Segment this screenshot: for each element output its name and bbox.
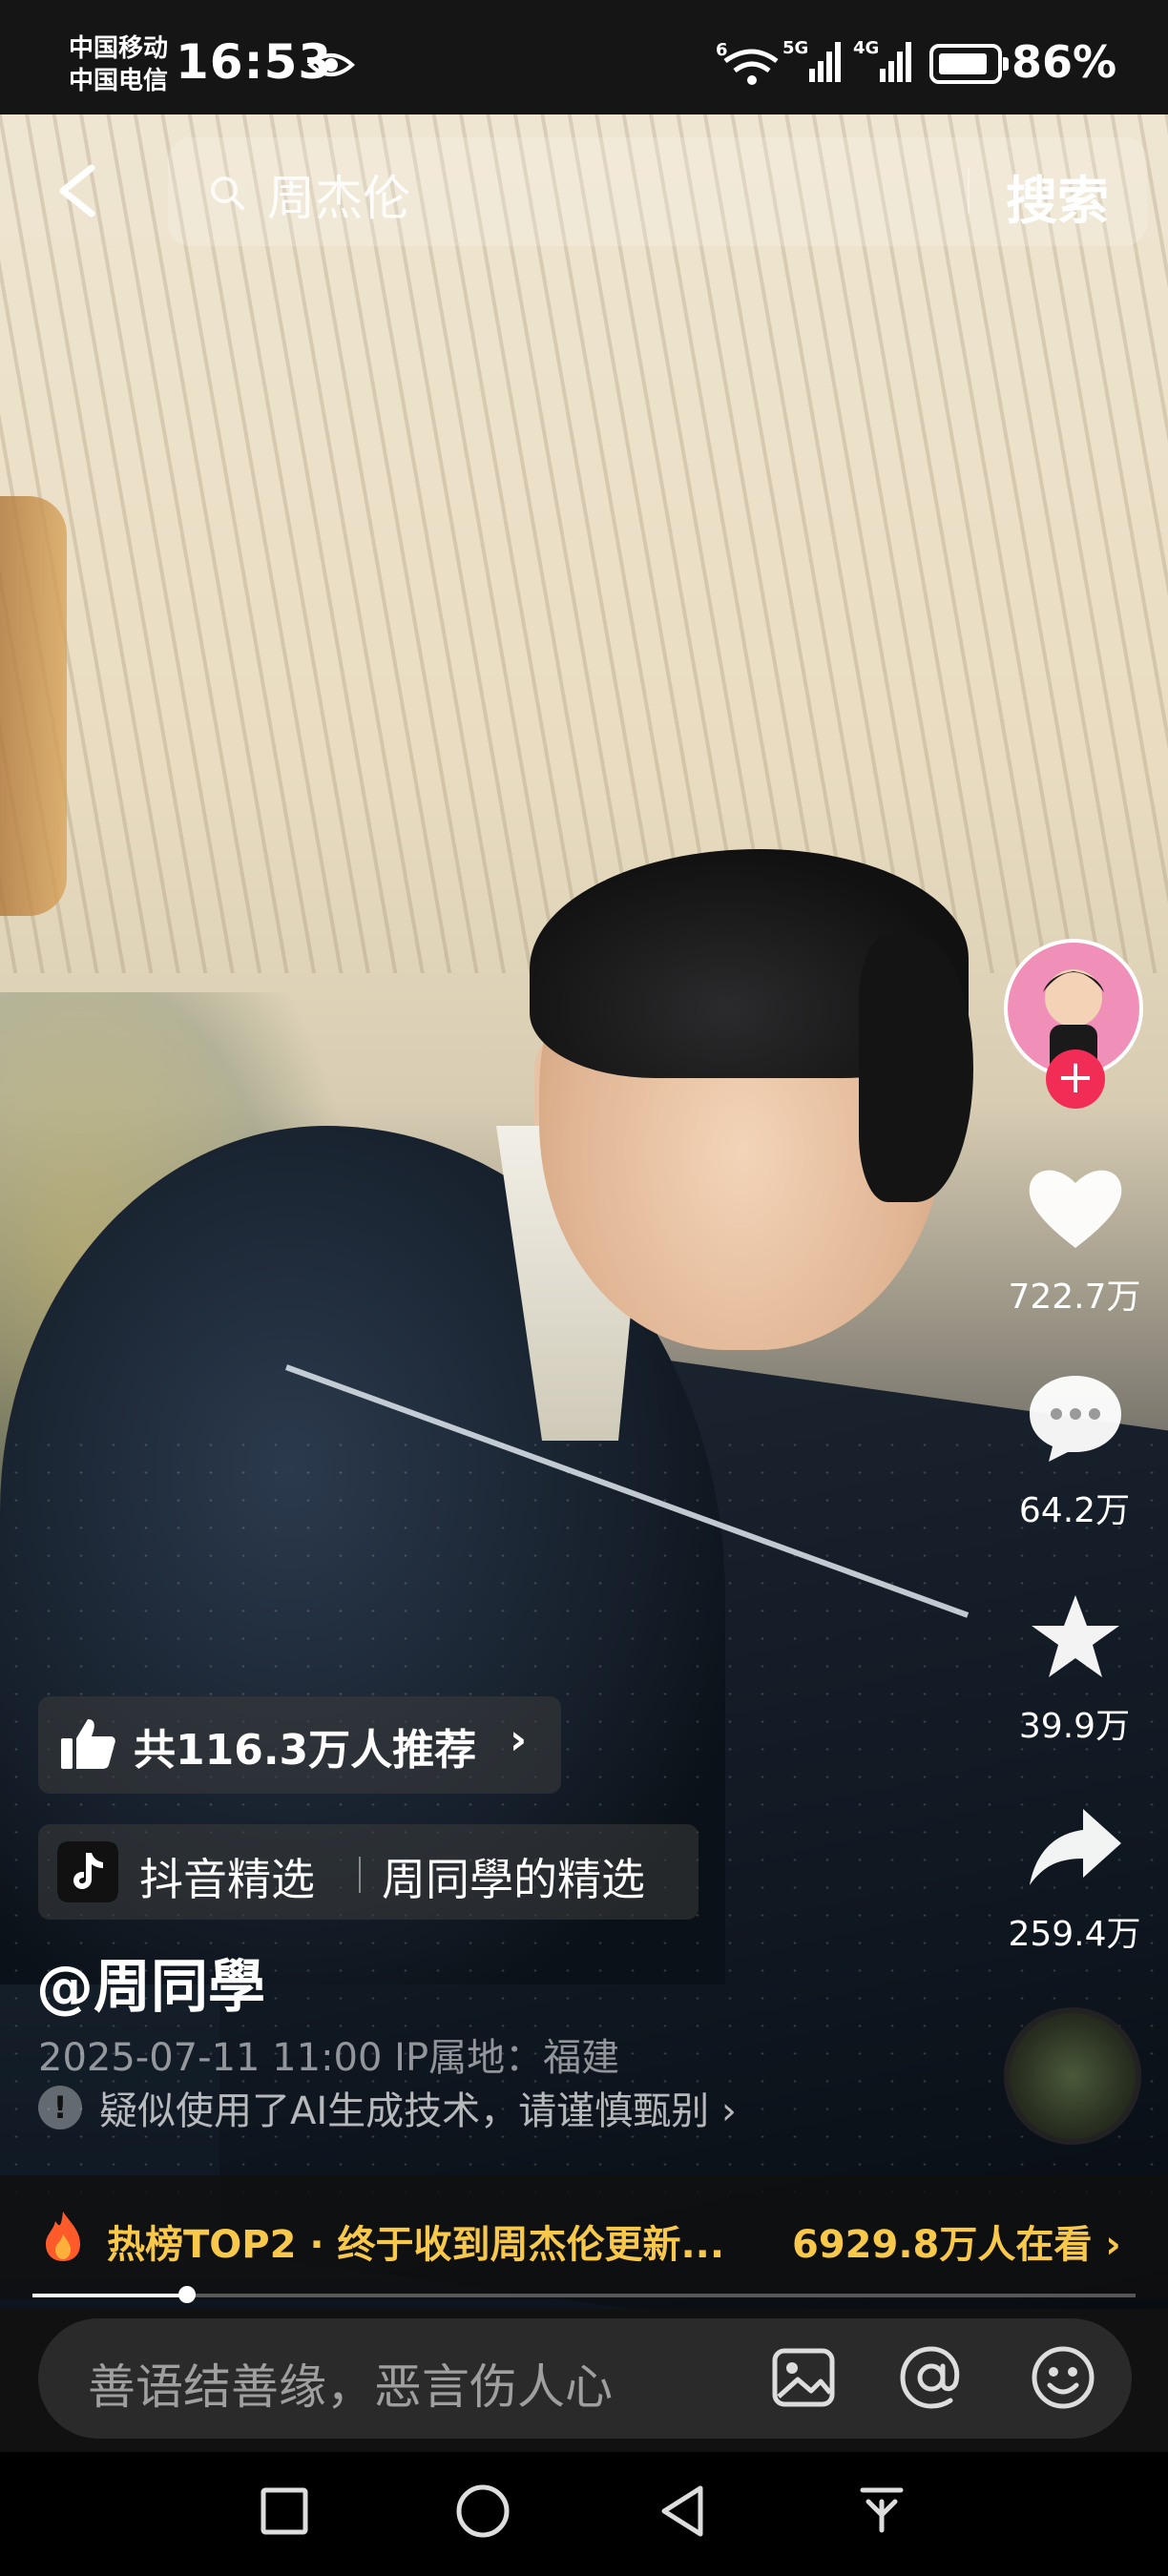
eye-icon	[307, 53, 355, 76]
person-hair-side	[859, 935, 973, 1202]
image-icon[interactable]	[769, 2343, 838, 2412]
comment-icon[interactable]	[1026, 1372, 1125, 1464]
signal-4g-icon: 4G	[853, 38, 911, 82]
search-query[interactable]: 周杰伦	[267, 160, 410, 229]
author-name[interactable]: @周同學	[36, 1941, 265, 2024]
ai-warning[interactable]: 疑似使用了AI生成技术，请谨慎甄别 ›	[99, 2080, 737, 2135]
collection-source: 抖音精选	[139, 1854, 315, 1905]
collection-name: 周同學的精选	[382, 1854, 645, 1905]
music-disc[interactable]	[1004, 2007, 1141, 2145]
wifi-icon: 6	[716, 40, 779, 85]
favorite-count: 39.9万	[1018, 1707, 1131, 1746]
star-icon[interactable]	[1026, 1591, 1125, 1683]
emoji-icon[interactable]	[1029, 2343, 1097, 2412]
flame-icon	[46, 2212, 80, 2261]
carrier-labels: 中国移动 中国电信	[69, 32, 168, 97]
thumbs-up-icon	[61, 1719, 115, 1769]
signal-4g-label: 4G	[853, 38, 879, 58]
douyin-logo-icon	[57, 1841, 118, 1902]
warning-icon: !	[38, 2086, 82, 2129]
video-progress-bar[interactable]	[32, 2294, 1136, 2297]
carrier-1: 中国移动	[69, 34, 169, 63]
comment-count: 64.2万	[1018, 1491, 1131, 1530]
douyin-note-glyph	[57, 1841, 118, 1902]
post-date-location: 2025-07-11 11:00 IP属地：福建	[38, 2036, 620, 2080]
search-button[interactable]: 搜索	[1006, 158, 1109, 234]
watching-count: 6929.8万人在看 ›	[792, 2223, 1121, 2267]
recommend-text: 共116.3万人推荐	[134, 1726, 477, 1775]
recents-square-icon[interactable]	[254, 2481, 315, 2542]
search-divider	[968, 168, 970, 214]
share-icon[interactable]	[1026, 1803, 1125, 1895]
progress-knob[interactable]	[178, 2286, 196, 2303]
wifi-label: 6	[716, 40, 728, 60]
collection-separator	[359, 1857, 361, 1893]
notification-pull-icon[interactable]	[851, 2481, 912, 2542]
back-arrow-icon[interactable]	[55, 164, 99, 218]
hot-list-text: 热榜TOP2 · 终于收到周杰伦更新...	[107, 2223, 725, 2267]
like-count: 722.7万	[1008, 1278, 1141, 1317]
share-count: 259.4万	[1008, 1915, 1141, 1954]
recommend-chevron: ›	[510, 1715, 528, 1764]
system-nav-bar	[0, 2452, 1168, 2576]
comment-placeholder[interactable]: 善语结善缘，恶言伤人心	[88, 2349, 613, 2418]
follow-plus-icon[interactable]: +	[1046, 1049, 1105, 1109]
wooden-decor	[0, 496, 67, 916]
back-triangle-icon[interactable]	[653, 2481, 714, 2542]
battery-percent: 86%	[1012, 36, 1117, 88]
signal-5g-icon: 5G	[782, 38, 841, 82]
heart-icon[interactable]	[1026, 1162, 1125, 1254]
battery-icon	[929, 44, 1009, 84]
signal-5g-label: 5G	[782, 38, 808, 58]
at-icon[interactable]	[897, 2343, 966, 2412]
home-circle-icon[interactable]	[452, 2481, 513, 2542]
carrier-2: 中国电信	[69, 67, 169, 95]
search-icon	[211, 177, 244, 210]
